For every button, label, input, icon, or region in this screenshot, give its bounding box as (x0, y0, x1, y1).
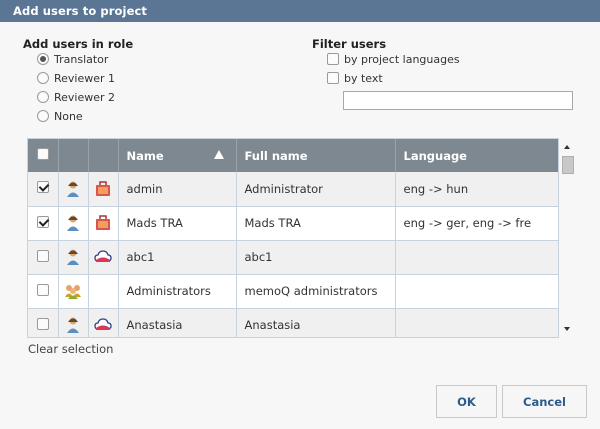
scroll-thumb[interactable] (562, 156, 574, 174)
filter-section-title: Filter users (312, 37, 387, 51)
table-header-row: Name Full name Language (28, 139, 558, 172)
user-kind-cell (88, 274, 119, 309)
filter-text-input[interactable] (343, 91, 573, 110)
filter-by-text[interactable]: by text (327, 69, 383, 87)
cell-name: Anastasia (118, 308, 237, 337)
radio-none[interactable]: None (37, 107, 83, 125)
cell-full-name: abc1 (236, 240, 396, 275)
checkbox-label: by text (344, 71, 383, 85)
radio-label: Reviewer 1 (54, 71, 116, 85)
cell-language (395, 240, 558, 275)
cell-full-name: Mads TRA (236, 206, 396, 241)
user-type-cell (58, 240, 89, 275)
radio-reviewer-1[interactable]: Reviewer 1 (37, 69, 115, 87)
cell-language: eng -> hun (395, 172, 558, 207)
toolbox-icon (96, 181, 110, 196)
table-row[interactable]: Anastasia Anastasia (28, 308, 558, 337)
checkbox[interactable] (327, 72, 339, 84)
radio-button[interactable] (37, 110, 49, 122)
user-kind-cell (88, 172, 119, 207)
cell-language (395, 308, 558, 337)
toolbox-icon (96, 215, 110, 230)
row-checkbox[interactable] (36, 317, 49, 330)
cell-language: eng -> ger, eng -> fre (395, 206, 558, 241)
row-select-cell[interactable] (28, 240, 59, 275)
sort-ascending-icon (213, 150, 224, 159)
table-row[interactable]: abc1 abc1 (28, 240, 558, 275)
users-table: Name Full name Language admin Administra… (27, 138, 559, 338)
role-section-title: Add users in role (23, 37, 134, 51)
clear-selection-link[interactable]: Clear selection (28, 342, 113, 356)
row-checkbox[interactable] (36, 181, 49, 194)
user-kind-cell (88, 240, 119, 275)
scroll-down-icon[interactable] (564, 327, 570, 331)
radio-reviewer-2[interactable]: Reviewer 2 (37, 88, 115, 106)
header-name-label: Name (126, 148, 164, 163)
cancel-button[interactable]: Cancel (502, 385, 587, 418)
select-all-header[interactable] (28, 139, 59, 172)
group-icon (65, 285, 81, 299)
radio-button[interactable] (37, 72, 49, 84)
row-select-cell[interactable] (28, 206, 59, 241)
cell-name: Administrators (118, 274, 237, 309)
table-row[interactable]: Administrators memoQ administrators (28, 274, 558, 309)
table-row[interactable]: Mads TRA Mads TRA eng -> ger, eng -> fre (28, 206, 558, 241)
dialog-title: Add users to project (0, 0, 600, 22)
user-type-cell (58, 274, 89, 309)
header-type-icon (88, 139, 119, 172)
row-checkbox[interactable] (36, 283, 49, 296)
header-language[interactable]: Language (395, 139, 558, 172)
radio-button[interactable] (37, 91, 49, 103)
header-full-name[interactable]: Full name (236, 139, 396, 172)
user-icon (67, 181, 79, 197)
cell-full-name: Anastasia (236, 308, 396, 337)
cell-full-name: memoQ administrators (236, 274, 396, 309)
cell-name: abc1 (118, 240, 237, 275)
header-user-icon (58, 139, 89, 172)
user-kind-cell (88, 206, 119, 241)
table-scrollbar[interactable] (561, 138, 575, 338)
radio-button[interactable] (37, 53, 49, 65)
ok-button[interactable]: OK (436, 385, 497, 418)
dialog-body: Add users in role Translator Reviewer 1 … (0, 22, 600, 429)
cloud-icon (94, 250, 112, 262)
cell-language (395, 274, 558, 309)
cell-name: admin (118, 172, 237, 207)
cloud-icon (94, 318, 112, 330)
row-checkbox[interactable] (36, 215, 49, 228)
user-icon (67, 317, 79, 333)
radio-label: None (54, 109, 83, 123)
row-checkbox[interactable] (36, 249, 49, 262)
checkbox-label: by project languages (344, 52, 460, 66)
radio-label: Translator (54, 52, 109, 66)
header-name[interactable]: Name (118, 139, 237, 172)
cell-name: Mads TRA (118, 206, 237, 241)
row-select-cell[interactable] (28, 308, 59, 337)
user-icon (67, 249, 79, 265)
row-select-cell[interactable] (28, 172, 59, 207)
scroll-up-icon[interactable] (564, 145, 570, 149)
filter-by-project-languages[interactable]: by project languages (327, 50, 460, 68)
cell-full-name: Administrator (236, 172, 396, 207)
row-select-cell[interactable] (28, 274, 59, 309)
user-icon (67, 215, 79, 231)
checkbox[interactable] (327, 53, 339, 65)
user-kind-cell (88, 308, 119, 337)
user-type-cell (58, 206, 89, 241)
select-all-checkbox[interactable] (36, 148, 49, 160)
radio-label: Reviewer 2 (54, 90, 116, 104)
user-type-cell (58, 172, 89, 207)
user-type-cell (58, 308, 89, 337)
radio-translator[interactable]: Translator (37, 50, 108, 68)
table-row[interactable]: admin Administrator eng -> hun (28, 172, 558, 207)
